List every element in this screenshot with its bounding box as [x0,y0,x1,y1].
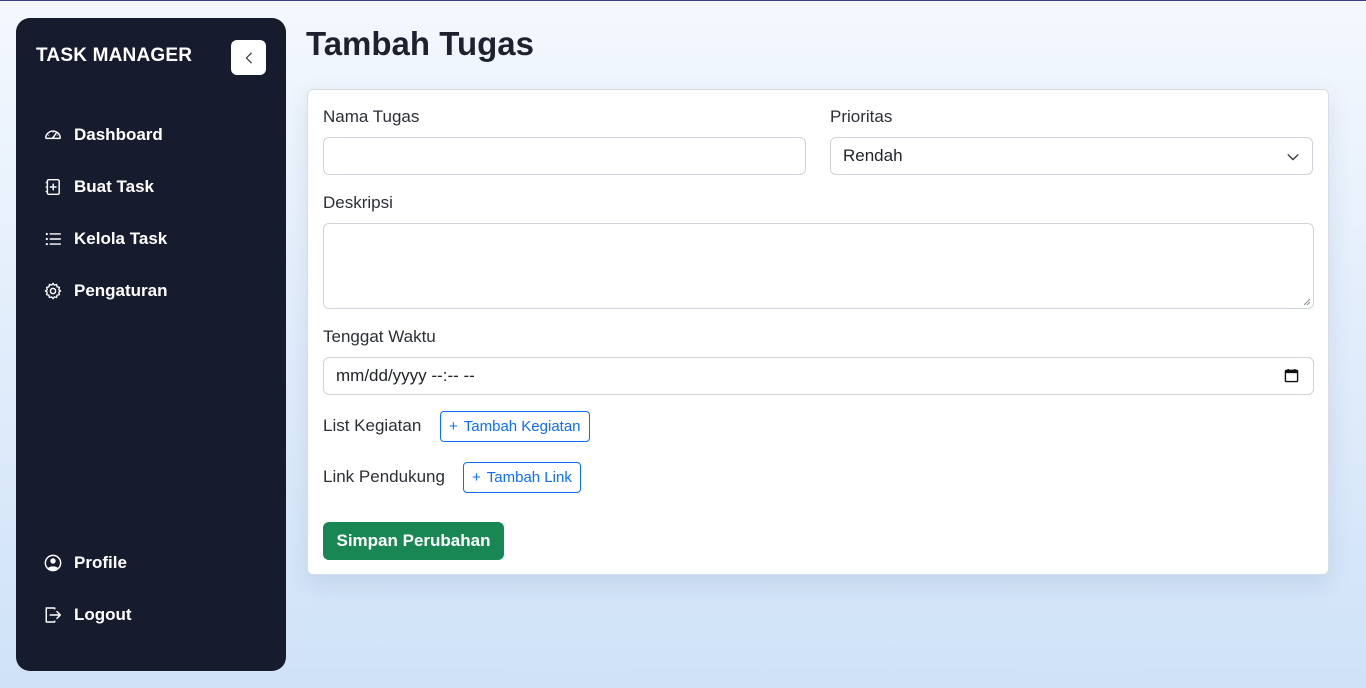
plus-icon: + [449,418,458,435]
priority-label: Prioritas [830,107,893,126]
sidebar-item-pengaturan[interactable]: Pengaturan [44,281,168,301]
task-name-input[interactable] [323,137,806,175]
add-link-label: Tambah Link [486,469,572,486]
sidebar-item-label: Profile [74,553,127,572]
sidebar-collapse-button[interactable] [231,40,266,75]
sidebar-item-label: Pengaturan [74,281,168,300]
logout-icon [45,607,62,623]
deadline-datetime-input[interactable]: mm/dd/yyyy --:-- -- [323,357,1314,395]
sidebar-item-logout[interactable]: Logout [44,605,132,625]
task-name-label: Nama Tugas [323,107,420,126]
plus-icon: + [472,469,481,486]
page-title: Tambah Tugas [306,25,534,62]
add-activity-label: Tambah Kegiatan [463,418,581,435]
gear-icon [44,282,62,300]
priority-select[interactable]: Rendah [830,137,1313,175]
brand-title: TASK MANAGER [36,45,193,66]
description-label: Deskripsi [323,193,393,212]
sidebar-item-profile[interactable]: Profile [44,553,127,573]
description-textarea[interactable] [323,223,1314,309]
sidebar-item-label: Buat Task [74,177,154,196]
sidebar-item-kelola-task[interactable]: Kelola Task [44,229,167,249]
sidebar-item-label: Logout [74,605,132,624]
sidebar-item-label: Kelola Task [74,229,168,248]
sidebar: TASK MANAGER Dashboard Buat Task Kelola … [16,18,286,671]
chevron-down-icon [1287,154,1299,161]
sidebar-item-buat-task[interactable]: Buat Task [44,177,154,197]
deadline-placeholder: mm/dd/yyyy --:-- -- [336,366,475,385]
add-activity-button[interactable]: + Tambah Kegiatan [440,411,590,442]
user-circle-icon [44,554,62,572]
resize-handle-icon[interactable] [1303,298,1311,306]
links-label: Link Pendukung [323,467,445,486]
speedometer-icon [44,130,62,140]
calendar-icon[interactable] [1284,368,1299,383]
add-link-button[interactable]: + Tambah Link [463,462,581,493]
file-plus-icon [45,178,60,196]
activities-label: List Kegiatan [323,416,422,435]
sidebar-item-dashboard[interactable]: Dashboard [44,125,163,145]
chevron-left-icon [245,52,252,63]
priority-selected-value: Rendah [843,146,903,165]
sidebar-item-label: Dashboard [74,125,163,144]
deadline-label: Tenggat Waktu [323,327,436,346]
task-form-card: Nama Tugas Prioritas Rendah Deskripsi Te… [307,89,1329,575]
save-changes-button[interactable]: Simpan Perubahan [323,522,504,560]
list-icon [45,232,62,246]
